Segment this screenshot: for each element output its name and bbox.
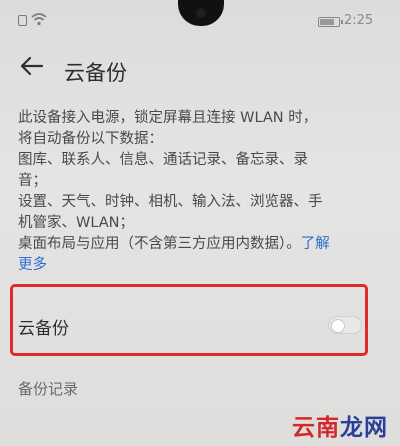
description-line: 音； [18, 173, 47, 189]
watermark-logo: 云南龙网 [292, 408, 388, 442]
description-line: 图库、联系人、信息、通话记录、备忘录、录 [18, 152, 308, 168]
description-line: 将自动备份以下数据： [18, 131, 163, 147]
description-line: 此设备接入电源，锁定屏幕且连接 WLAN 时， [18, 110, 318, 126]
camera-notch [178, 0, 224, 26]
cloud-backup-toggle-row[interactable]: 云备份 [10, 284, 372, 360]
backup-description: 此设备接入电源，锁定屏幕且连接 WLAN 时， 将自动备份以下数据： 图库、联系… [18, 108, 380, 276]
cloud-backup-switch[interactable] [328, 316, 362, 334]
watermark-text: 云南 [292, 415, 340, 441]
page-title: 云备份 [64, 61, 127, 85]
settings-screen: 2:25 云备份 此设备接入电源，锁定屏幕且连接 WLAN 时， 将自动备份以下… [0, 0, 400, 446]
description-line: 设置、天气、时钟、相机、输入法、浏览器、手 [18, 194, 323, 210]
learn-more-link[interactable]: 了解 [301, 236, 330, 252]
description-line: 机管家、WLAN； [18, 215, 135, 231]
learn-more-link[interactable]: 更多 [18, 257, 47, 273]
description-line: 更多 [18, 255, 380, 276]
front-camera-icon [196, 8, 206, 18]
watermark-text: 龙网 [340, 415, 388, 441]
status-bar: 2:25 [0, 0, 400, 36]
switch-knob [331, 319, 345, 333]
wifi-icon [31, 13, 47, 26]
battery-level-fill [320, 19, 334, 25]
sim-card-icon [18, 15, 27, 26]
description-line-last: 桌面布局与应用（不含第三方应用内数据）。了解 [18, 234, 380, 255]
backup-records-item[interactable]: 备份记录 [18, 378, 78, 399]
status-time: 2:25 [344, 13, 374, 28]
back-arrow-icon[interactable] [18, 52, 46, 80]
cloud-backup-label: 云备份 [18, 319, 69, 339]
description-text: 桌面布局与应用（不含第三方应用内数据）。 [18, 236, 301, 252]
battery-icon [318, 17, 343, 27]
